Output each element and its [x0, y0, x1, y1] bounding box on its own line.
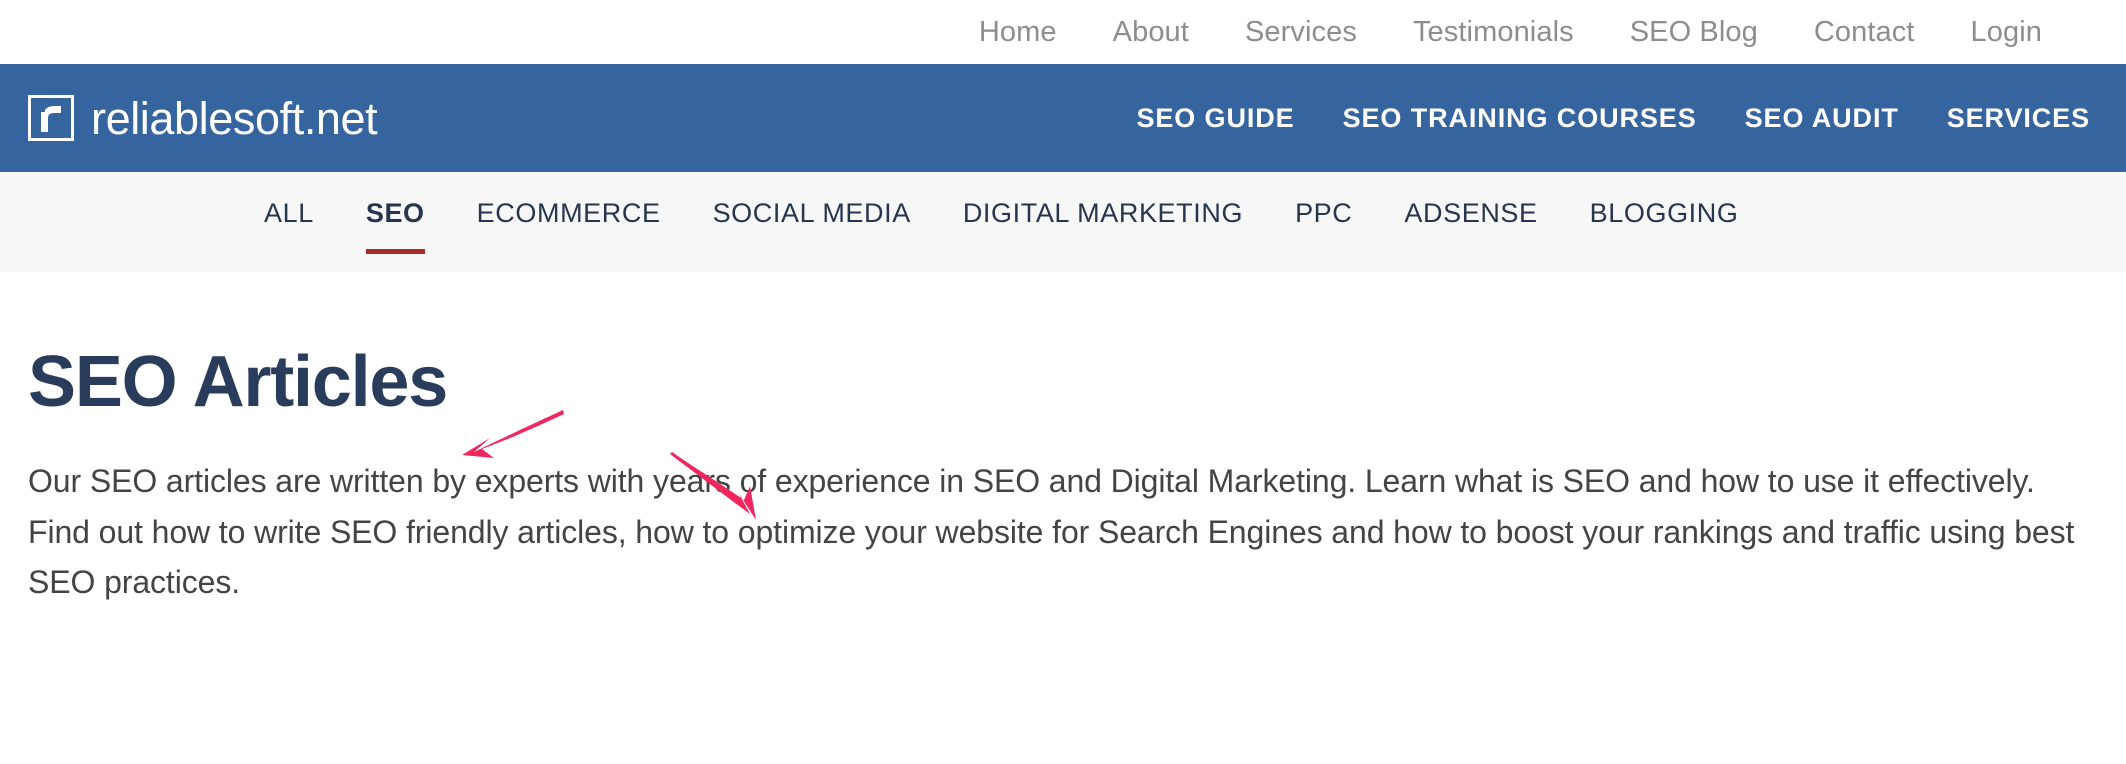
- tab-label: BLOGGING: [1590, 198, 1739, 228]
- primary-nav: SEO GUIDE SEO TRAINING COURSES SEO AUDIT…: [1112, 105, 2090, 132]
- primary-nav-item-services[interactable]: SERVICES: [1923, 105, 2090, 132]
- primary-nav-item-seo-audit[interactable]: SEO AUDIT: [1721, 105, 1923, 132]
- tab-label: DIGITAL MARKETING: [963, 198, 1243, 228]
- top-nav-item-services[interactable]: Services: [1217, 18, 1385, 47]
- tab-blogging[interactable]: BLOGGING: [1564, 200, 1765, 227]
- top-nav-item-testimonials[interactable]: Testimonials: [1385, 18, 1602, 47]
- tab-label: SOCIAL MEDIA: [713, 198, 911, 228]
- tab-social-media[interactable]: SOCIAL MEDIA: [687, 200, 937, 227]
- brand-name: reliablesoft.net: [91, 96, 377, 141]
- primary-nav-item-seo-guide[interactable]: SEO GUIDE: [1112, 105, 1318, 132]
- top-nav: Home About Services Testimonials SEO Blo…: [951, 18, 2042, 47]
- tab-label: ECOMMERCE: [477, 198, 661, 228]
- tab-label: ADSENSE: [1404, 198, 1537, 228]
- top-nav-item-about[interactable]: About: [1085, 18, 1217, 47]
- masthead: reliablesoft.net SEO GUIDE SEO TRAINING …: [0, 64, 2126, 172]
- brand-mark-icon: [28, 95, 74, 141]
- primary-nav-item-seo-training-courses[interactable]: SEO TRAINING COURSES: [1319, 105, 1721, 132]
- page-root: Home About Services Testimonials SEO Blo…: [0, 0, 2126, 764]
- top-nav-item-seo-blog[interactable]: SEO Blog: [1602, 18, 1786, 47]
- top-utility-bar: Home About Services Testimonials SEO Blo…: [0, 0, 2126, 64]
- main-content: SEO Articles Our SEO articles are writte…: [0, 346, 2126, 608]
- tab-digital-marketing[interactable]: DIGITAL MARKETING: [937, 200, 1269, 227]
- tab-ppc[interactable]: PPC: [1269, 200, 1378, 227]
- tab-seo[interactable]: SEO: [340, 200, 451, 227]
- tab-label: SEO: [366, 198, 425, 228]
- tab-label: ALL: [264, 198, 314, 228]
- intro-paragraph: Our SEO articles are written by experts …: [28, 456, 2098, 608]
- tab-label: PPC: [1295, 198, 1352, 228]
- page-title: SEO Articles: [28, 346, 2098, 418]
- top-nav-item-home[interactable]: Home: [951, 18, 1085, 47]
- tab-ecommerce[interactable]: ECOMMERCE: [451, 200, 687, 227]
- category-tabstrip: ALL SEO ECOMMERCE SOCIAL MEDIA DIGITAL M…: [0, 172, 2126, 272]
- top-nav-item-contact[interactable]: Contact: [1786, 18, 1943, 47]
- tab-adsense[interactable]: ADSENSE: [1378, 200, 1563, 227]
- tab-all[interactable]: ALL: [238, 200, 340, 227]
- top-nav-item-login[interactable]: Login: [1943, 18, 2042, 47]
- brand-logo[interactable]: reliablesoft.net: [28, 95, 377, 141]
